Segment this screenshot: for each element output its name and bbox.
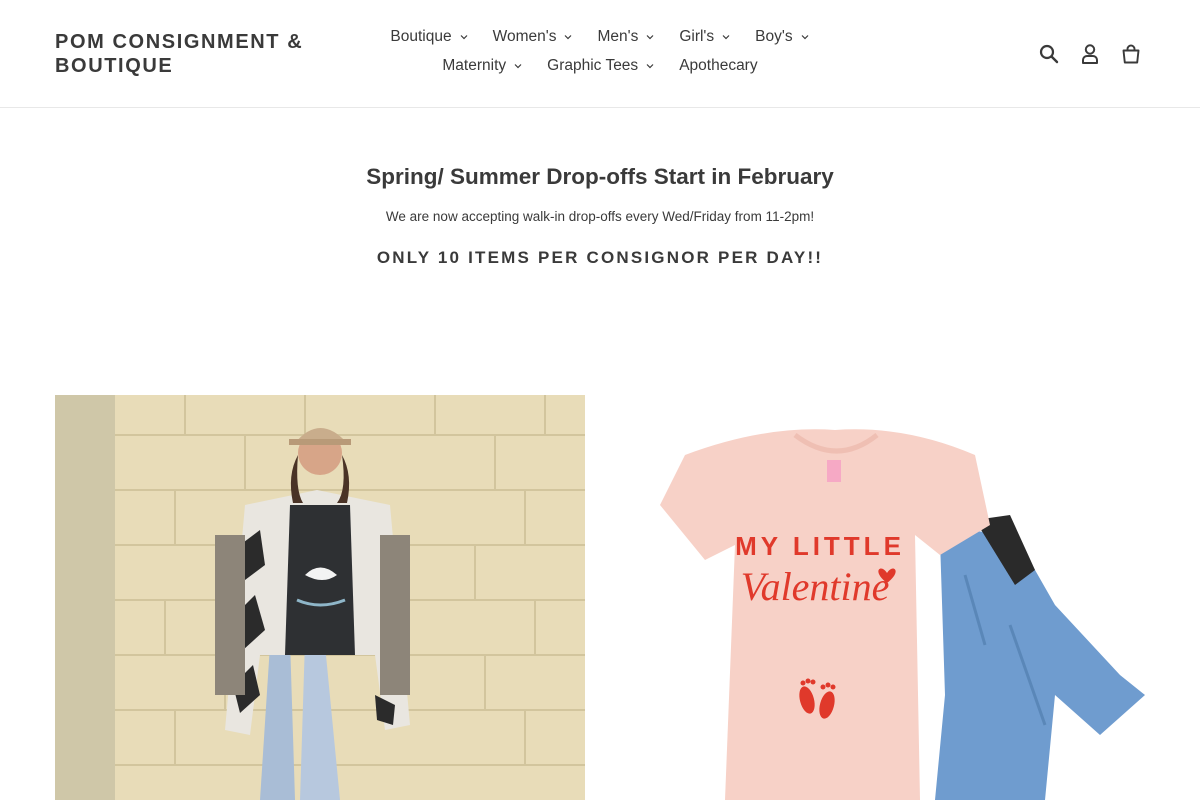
announcement-section: Spring/ Summer Drop-offs Start in Februa… [0,108,1200,269]
nav-item-label: Graphic Tees [547,57,639,74]
header-icons [1022,40,1145,68]
chevron-down-icon [645,32,655,42]
announcement-note: ONLY 10 ITEMS PER CONSIGNOR PER DAY!! [376,248,824,267]
main-nav: Boutique Women's Men's Girl's Boy's Mate… [335,26,865,77]
account-icon[interactable] [1076,40,1104,68]
chevron-down-icon [513,61,523,71]
nav-item-boys[interactable]: Boy's [743,26,821,48]
collection-card-women[interactable] [55,395,585,800]
chevron-down-icon [459,32,469,42]
chevron-down-icon [563,32,573,42]
nav-item-label: Men's [597,28,639,45]
nav-item-label: Boutique [390,28,452,45]
nav-item-maternity[interactable]: Maternity [430,55,535,77]
nav-item-label: Maternity [442,57,507,74]
nav-item-label: Girl's [679,28,715,45]
search-icon[interactable] [1035,40,1063,68]
nav-item-graphic-tees[interactable]: Graphic Tees [535,55,667,77]
chevron-down-icon [721,32,731,42]
tee-line1-text: MY LITTLE [735,531,905,561]
nav-item-label: Boy's [755,28,793,45]
announcement-title: Spring/ Summer Drop-offs Start in Februa… [366,164,834,189]
nav-item-mens[interactable]: Men's [585,26,667,48]
announcement-subtitle: We are now accepting walk-in drop-offs e… [385,209,815,224]
nav-item-girls[interactable]: Girl's [667,26,743,48]
woman-jacket-photo [55,395,585,800]
store-logo[interactable]: POM CONSIGNMENT & BOUTIQUE [55,30,335,78]
nav-item-label: Women's [492,28,557,45]
chevron-down-icon [800,32,810,42]
chevron-down-icon [645,61,655,71]
site-header: POM CONSIGNMENT & BOUTIQUE Boutique Wome… [0,0,1200,108]
maternity-tee-photo: MY LITTLE Valentine [615,395,1145,800]
tee-line2-text: Valentine [741,564,890,609]
cart-icon[interactable] [1117,40,1145,68]
nav-item-womens[interactable]: Women's [481,26,586,48]
nav-item-label: Apothecary [679,57,758,74]
nav-item-apothecary[interactable]: Apothecary [667,55,769,77]
nav-item-boutique[interactable]: Boutique [378,26,480,48]
collection-card-maternity[interactable]: MY LITTLE Valentine [615,395,1145,800]
